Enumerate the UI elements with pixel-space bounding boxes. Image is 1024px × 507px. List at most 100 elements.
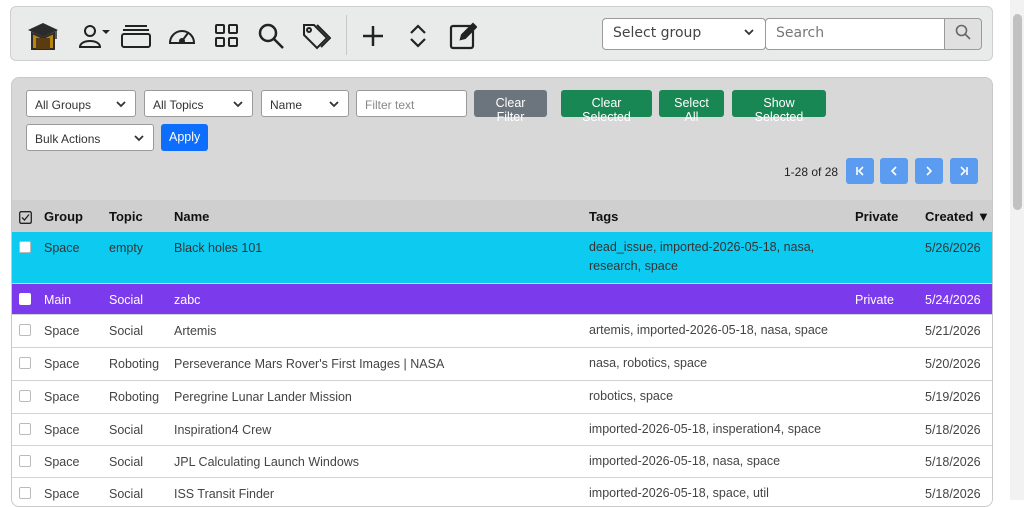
cell-topic: Social (109, 293, 144, 307)
clear-filter-button[interactable]: Clear Filter (474, 90, 547, 124)
apply-button[interactable]: Apply (161, 124, 208, 151)
cell-created: 5/18/2026 (925, 487, 981, 501)
row-checkbox[interactable] (19, 423, 31, 435)
cell-group: Space (44, 487, 80, 501)
tags-icon[interactable] (299, 19, 333, 53)
toolbar-separator (346, 15, 347, 55)
cell-group: Space (44, 241, 80, 255)
chevron-down-icon (133, 132, 145, 147)
cell-created: 5/26/2026 (925, 241, 981, 255)
group-select-value: Select group (613, 25, 702, 41)
last-page-button[interactable] (950, 158, 978, 184)
cell-private: Private (855, 293, 894, 307)
cell-created: 5/18/2026 (925, 455, 981, 469)
row-checkbox[interactable] (19, 241, 31, 253)
cell-created: 5/19/2026 (925, 390, 981, 404)
filter-text-input[interactable]: Filter text (356, 90, 467, 117)
cell-tags: robotics, space (589, 389, 674, 403)
content-panel: All Groups All Topics Name Filter text C… (11, 77, 993, 507)
table-row[interactable]: Space Roboting Perseverance Mars Rover's… (12, 348, 992, 381)
header-private[interactable]: Private (855, 209, 898, 224)
table-header: Group Topic Name Tags Private Created ▼ (12, 200, 992, 232)
row-checkbox[interactable] (19, 324, 31, 336)
next-page-button[interactable] (915, 158, 943, 184)
row-checkbox[interactable] (19, 293, 31, 305)
cell-name[interactable]: Inspiration4 Crew (174, 423, 271, 437)
grid-icon[interactable] (210, 19, 244, 53)
chevron-right-icon (923, 162, 935, 181)
search-button[interactable] (944, 18, 982, 50)
cell-tags: artemis, imported-2026-05-18, nasa, spac… (589, 323, 829, 337)
expand-collapse-icon[interactable] (401, 19, 435, 53)
table-row[interactable]: Main Social zabc Private 5/24/2026 (12, 284, 992, 315)
speedometer-icon[interactable] (165, 19, 199, 53)
filter-text-placeholder: Filter text (365, 98, 415, 112)
cell-topic: Social (109, 324, 144, 338)
cell-topic: Social (109, 487, 144, 501)
cell-name[interactable]: Peregrine Lunar Lander Mission (174, 390, 352, 404)
group-select[interactable]: Select group (602, 18, 766, 50)
cell-name[interactable]: Artemis (174, 324, 216, 338)
chevron-down-icon (232, 98, 244, 113)
header-topic[interactable]: Topic (109, 209, 143, 224)
select-all-button[interactable]: Select All (659, 90, 724, 124)
edit-icon[interactable] (446, 19, 480, 53)
row-checkbox[interactable] (19, 357, 31, 369)
cell-tags: imported-2026-05-18, insperation4, space (589, 422, 822, 436)
bulk-actions-value: Bulk Actions (35, 132, 101, 146)
chevron-down-icon (743, 26, 755, 42)
search-icon (955, 24, 971, 44)
cell-topic: Social (109, 455, 144, 469)
table-row[interactable]: Space empty Black holes 101 dead_issue, … (12, 232, 992, 284)
cell-group: Space (44, 324, 80, 338)
cell-name[interactable]: ISS Transit Finder (174, 487, 274, 501)
clear-selected-button[interactable]: Clear Selected (561, 90, 652, 124)
cell-name[interactable]: zabc (174, 293, 200, 307)
cell-group: Space (44, 423, 80, 437)
row-checkbox[interactable] (19, 487, 31, 499)
header-name[interactable]: Name (174, 209, 209, 224)
last-page-icon (958, 162, 970, 181)
select-all-checkbox-icon[interactable] (19, 209, 32, 228)
cell-group: Space (44, 455, 80, 469)
cell-created: 5/21/2026 (925, 324, 981, 338)
chevron-left-icon (888, 162, 900, 181)
search-icon[interactable] (254, 19, 288, 53)
pager-summary: 1-28 of 28 (784, 165, 839, 179)
plus-icon[interactable] (356, 19, 390, 53)
page-scrollbar[interactable] (1010, 0, 1024, 500)
window-stack-icon[interactable] (119, 19, 153, 53)
cell-name[interactable]: Black holes 101 (174, 241, 262, 255)
name-field-select[interactable]: Name (261, 90, 349, 117)
table-row[interactable]: Space Social Artemis artemis, imported-2… (12, 315, 992, 348)
cell-topic: Roboting (109, 357, 160, 371)
cell-topic: Roboting (109, 390, 160, 404)
search-input[interactable]: Search (765, 18, 945, 50)
cell-created: 5/24/2026 (925, 293, 981, 307)
show-selected-button[interactable]: Show Selected (732, 90, 826, 124)
table-row[interactable]: Space Roboting Peregrine Lunar Lander Mi… (12, 381, 992, 414)
topic-filter-select[interactable]: All Topics (144, 90, 253, 117)
previous-page-button[interactable] (880, 158, 908, 184)
table-row[interactable]: Space Social Inspiration4 Crew imported-… (12, 414, 992, 446)
cell-name[interactable]: JPL Calculating Launch Windows (174, 455, 359, 469)
top-toolbar: Select group Search (10, 6, 993, 61)
cell-tags: imported-2026-05-18, space, util (589, 486, 769, 500)
header-group[interactable]: Group (44, 209, 83, 224)
cell-topic: Social (109, 423, 144, 437)
group-filter-select[interactable]: All Groups (26, 90, 136, 117)
row-checkbox[interactable] (19, 455, 31, 467)
header-tags[interactable]: Tags (589, 209, 618, 224)
table-row[interactable]: Space Social JPL Calculating Launch Wind… (12, 446, 992, 478)
cell-name[interactable]: Perseverance Mars Rover's First Images |… (174, 357, 444, 371)
cell-group: Main (44, 293, 72, 307)
topic-filter-value: All Topics (153, 98, 204, 112)
table-row[interactable]: Space Social ISS Transit Finder imported… (12, 478, 992, 506)
header-created[interactable]: Created ▼ (925, 209, 990, 224)
bulk-actions-select[interactable]: Bulk Actions (26, 124, 154, 151)
chevron-down-icon[interactable] (99, 25, 113, 39)
first-page-button[interactable] (846, 158, 874, 184)
graduation-cap-logo[interactable] (23, 16, 63, 56)
scrollbar-thumb[interactable] (1013, 14, 1022, 210)
row-checkbox[interactable] (19, 390, 31, 402)
